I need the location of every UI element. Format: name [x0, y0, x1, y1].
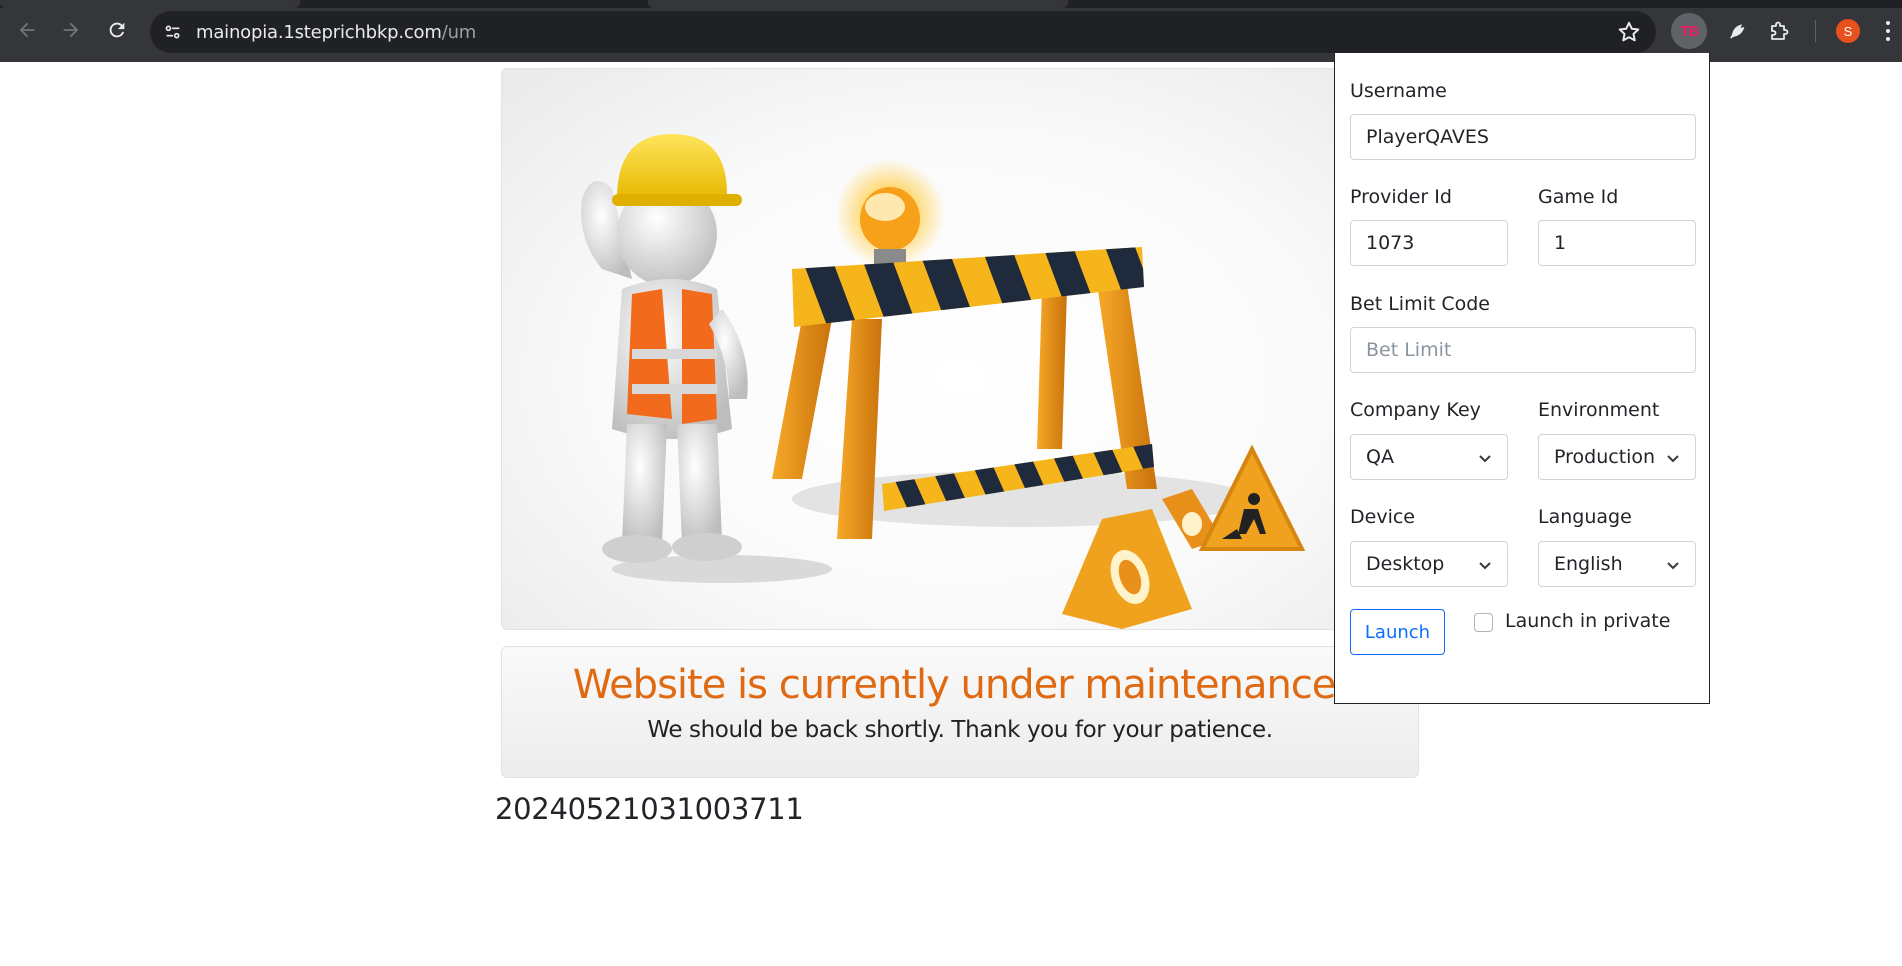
- device-value: Desktop: [1366, 553, 1445, 575]
- environment-label: Environment: [1538, 399, 1660, 421]
- environment-value: Production: [1554, 446, 1656, 468]
- launch-private-label[interactable]: Launch in private: [1505, 610, 1670, 632]
- device-label: Device: [1350, 506, 1415, 528]
- back-icon[interactable]: [14, 17, 40, 43]
- username-label: Username: [1350, 80, 1447, 102]
- provider-id-input[interactable]: [1350, 220, 1508, 266]
- feather-extension-icon[interactable]: [1718, 13, 1754, 49]
- url-path: /um: [441, 22, 477, 43]
- profile-avatar[interactable]: S: [1836, 19, 1860, 43]
- chevron-down-icon: [1667, 455, 1679, 463]
- launch-private-checkbox[interactable]: [1474, 613, 1493, 632]
- url-text[interactable]: mainopia.1steprichbkp.com/um: [196, 22, 476, 43]
- tb-extension-button[interactable]: TB: [1671, 13, 1707, 49]
- maintenance-title: Website is currently under maintenance.: [572, 662, 1348, 708]
- puzzle-extension-icon[interactable]: [1762, 13, 1798, 49]
- chevron-down-icon: [1479, 455, 1491, 463]
- game-id-label: Game Id: [1538, 186, 1619, 208]
- bet-limit-label: Bet Limit Code: [1350, 293, 1490, 315]
- bookmark-star-icon[interactable]: [1616, 19, 1642, 45]
- maintenance-subtitle: We should be back shortly. Thank you for…: [647, 717, 1273, 743]
- chevron-down-icon: [1479, 562, 1491, 570]
- environment-select[interactable]: Production: [1538, 434, 1696, 480]
- language-select[interactable]: English: [1538, 541, 1696, 587]
- site-info-icon[interactable]: [162, 21, 184, 43]
- timestamp-text: 20240521031003711: [495, 792, 804, 826]
- worker-figure: [581, 134, 748, 563]
- provider-id-label: Provider Id: [1350, 186, 1452, 208]
- tab-strip: [0, 0, 1902, 8]
- url-host: mainopia.1steprichbkp.com: [196, 22, 442, 43]
- address-bar[interactable]: mainopia.1steprichbkp.com/um: [150, 11, 1656, 53]
- language-label: Language: [1538, 506, 1632, 528]
- forward-icon[interactable]: [58, 17, 84, 43]
- company-key-label: Company Key: [1350, 399, 1481, 421]
- device-select[interactable]: Desktop: [1350, 541, 1508, 587]
- tab-other[interactable]: [648, 0, 1068, 8]
- tab-active[interactable]: [0, 0, 300, 8]
- language-value: English: [1554, 553, 1623, 575]
- username-input[interactable]: [1350, 114, 1696, 160]
- company-key-value: QA: [1366, 446, 1394, 468]
- menu-dots-icon[interactable]: [1884, 18, 1892, 44]
- bet-limit-input[interactable]: [1350, 327, 1696, 373]
- launcher-popup: Username Provider Id Game Id Bet Limit C…: [1334, 53, 1710, 704]
- maintenance-message-box: Website is currently under maintenance. …: [501, 646, 1419, 778]
- maintenance-illustration: [501, 68, 1421, 630]
- chevron-down-icon: [1667, 562, 1679, 570]
- reload-icon[interactable]: [104, 17, 130, 43]
- company-key-select[interactable]: QA: [1350, 434, 1508, 480]
- toolbar-divider: [1815, 20, 1816, 42]
- launch-button[interactable]: Launch: [1350, 609, 1445, 655]
- tb-extension-badge: TB: [1680, 22, 1699, 40]
- game-id-input[interactable]: [1538, 220, 1696, 266]
